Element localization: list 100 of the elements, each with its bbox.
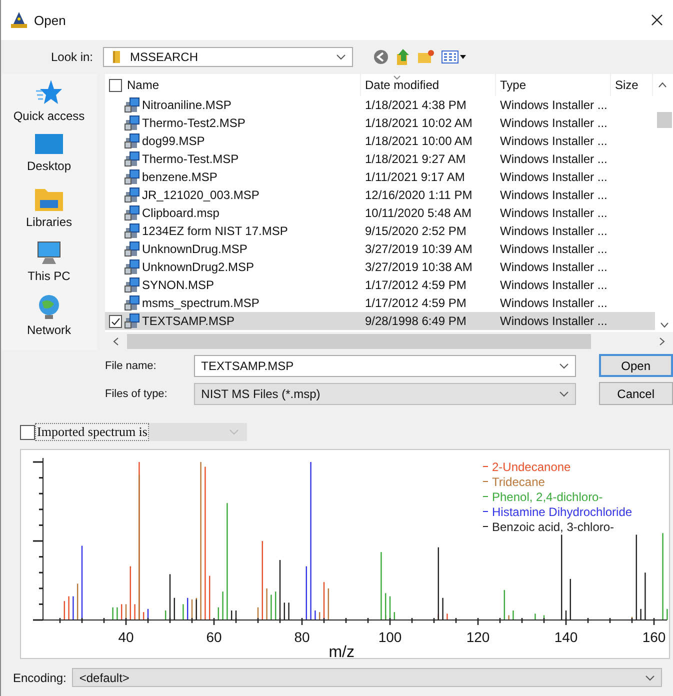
column-header[interactable]: Name [105,74,361,96]
file-row[interactable]: Clipboard.msp 10/11/2020 5:48 AM Windows Installer ... [105,204,655,222]
type-cell-text: Windows Installer ... [499,296,608,310]
file-row[interactable]: msms_spectrum.MSP 1/17/2012 4:59 PM Windows Installer ... [105,294,655,312]
x-axis-label: m/z [328,644,354,658]
date-cell-text: 1/17/2012 4:59 PM [364,296,468,310]
cancel-button[interactable]: Cancel [598,382,673,405]
select-all-checkbox[interactable] [109,78,122,92]
column-header[interactable]: Type [496,74,611,96]
date-cell-text: 3/27/2019 10:39 AM [364,242,474,256]
look-in-dropdown[interactable]: MSSEARCH [103,47,353,67]
date-cell-text: 1/17/2012 4:59 PM [364,278,468,292]
file-row[interactable]: JR_121020_003.MSP 12/16/2020 1:11 PM Windows Installer ... [105,186,655,204]
installer-file-icon [124,97,140,113]
file-row[interactable]: benzene.MSP 1/11/2021 9:17 AM Windows Installer ... [105,168,655,186]
folder-icon [34,186,64,212]
date-cell-text: 1/11/2021 9:17 AM [364,170,466,184]
window-title: Open [34,12,67,28]
chevron-down-icon [558,362,569,368]
type-cell-text: Windows Installer ... [499,188,608,202]
place-item[interactable]: This PC [28,240,70,291]
installer-file-icon [124,169,140,185]
place-label: Desktop [26,159,72,173]
open-button[interactable]: Open [598,354,673,377]
scrollbar-thumb[interactable] [127,334,591,348]
place-item[interactable]: Network [26,294,71,345]
file-row[interactable]: TEXTSAMP.MSP 9/28/1998 6:49 PM Windows Installer ... [105,312,655,330]
scroll-down-icon[interactable] [660,322,668,328]
file-name: JR_121020_003.MSP [142,188,260,202]
installer-file-icon [124,205,140,221]
encoding-label: Encoding: [13,670,66,684]
column-header[interactable]: Size [611,74,653,96]
place-item[interactable]: Desktop [26,132,72,183]
place-item[interactable]: Quick access [13,78,85,129]
column-header[interactable]: Date modified [361,74,496,96]
legend-label: Histamine Dihydrochloride [492,504,632,518]
installer-file-icon [124,223,140,239]
scroll-right-icon[interactable] [659,336,665,346]
type-cell-text: Windows Installer ... [499,206,608,220]
installer-file-icon [124,151,140,167]
star-icon [34,78,63,106]
type-cell-text: Windows Installer ... [499,278,608,292]
new-folder-icon[interactable] [417,49,435,65]
file-name: 1234EZ form NIST 17.MSP [142,224,288,238]
look-in-label: Look in: [50,50,93,64]
installer-file-icon [124,241,140,257]
date-cell-text: 1/18/2021 4:38 PM [364,98,468,112]
chevron-down-icon [336,54,346,60]
file-name: benzene.MSP [142,170,218,184]
up-folder-icon[interactable] [395,48,411,66]
installer-file-icon [124,295,140,311]
file-name-field[interactable]: TEXTSAMP.MSP [194,354,576,376]
imported-checkbox[interactable] [20,424,35,440]
scroll-up-icon[interactable] [658,82,666,88]
file-name: Thermo-Test.MSP [142,152,239,166]
encoding-dropdown[interactable]: <default> [72,668,662,687]
legend-label: 2-Undecanone [492,460,571,474]
close-icon[interactable] [651,14,663,26]
installer-file-icon [124,259,140,275]
type-cell-text: Windows Installer ... [499,170,608,184]
file-name: msms_spectrum.MSP [142,296,260,310]
file-name: UnknownDrug2.MSP [142,260,254,274]
file-name: SYNON.MSP [142,278,214,292]
type-cell-text: Windows Installer ... [499,152,608,166]
file-row[interactable]: SYNON.MSP 1/17/2012 4:59 PM Windows Installer ... [105,276,655,294]
date-cell-text: 9/15/2020 2:52 PM [364,224,468,238]
file-row[interactable]: UnknownDrug2.MSP 3/27/2019 10:38 AM Windows Installer ... [105,258,655,276]
view-menu-icon[interactable] [441,50,467,64]
place-label: Network [26,323,71,337]
scrollbar-thumb[interactable] [656,112,672,128]
file-row[interactable]: 1234EZ form NIST 17.MSP 9/15/2020 2:52 PM Windows Installer ... [105,222,655,240]
file-name: dog99.MSP [142,134,205,148]
file-name: Thermo-Test2.MSP [142,116,246,130]
back-icon[interactable] [373,49,389,65]
file-name: UnknownDrug.MSP [142,242,248,256]
x-tick-label: 60 [206,629,222,645]
row-checkbox[interactable] [109,314,122,328]
file-row[interactable]: Thermo-Test.MSP 1/18/2021 9:27 AM Windows Installer ... [105,150,655,168]
file-type-label: Files of type: [104,388,168,400]
installer-file-icon [124,277,140,293]
type-cell-text: Windows Installer ... [499,116,608,130]
legend-label: Benzoic acid, 3-chloro- [492,520,614,534]
sort-chevron-icon [393,75,401,80]
date-cell-text: 3/27/2019 10:38 AM [364,260,474,274]
desktop-icon [34,132,64,156]
date-cell-text: 1/18/2021 10:02 AM [364,116,474,130]
place-label: Quick access [13,109,85,123]
file-row[interactable]: dog99.MSP 1/18/2021 10:00 AM Windows Installer ... [105,132,655,150]
file-row[interactable]: Thermo-Test2.MSP 1/18/2021 10:02 AM Windows Installer ... [105,114,655,132]
column-title: Name [127,78,160,92]
place-item[interactable]: Libraries [26,186,72,237]
column-title: Size [615,78,638,92]
x-tick-label: 40 [118,629,134,645]
file-row[interactable]: UnknownDrug.MSP 3/27/2019 10:39 AM Windows Installer ... [105,240,655,258]
scroll-left-icon[interactable] [113,336,119,346]
chevron-down-icon [645,674,656,680]
legend-label: Tridecane [492,474,545,488]
file-row[interactable]: Nitroaniline.MSP 1/18/2021 4:38 PM Windows Installer ... [105,96,655,114]
file-type-dropdown[interactable]: NIST MS Files (*.msp) [194,382,576,404]
type-cell-text: Windows Installer ... [499,98,608,112]
